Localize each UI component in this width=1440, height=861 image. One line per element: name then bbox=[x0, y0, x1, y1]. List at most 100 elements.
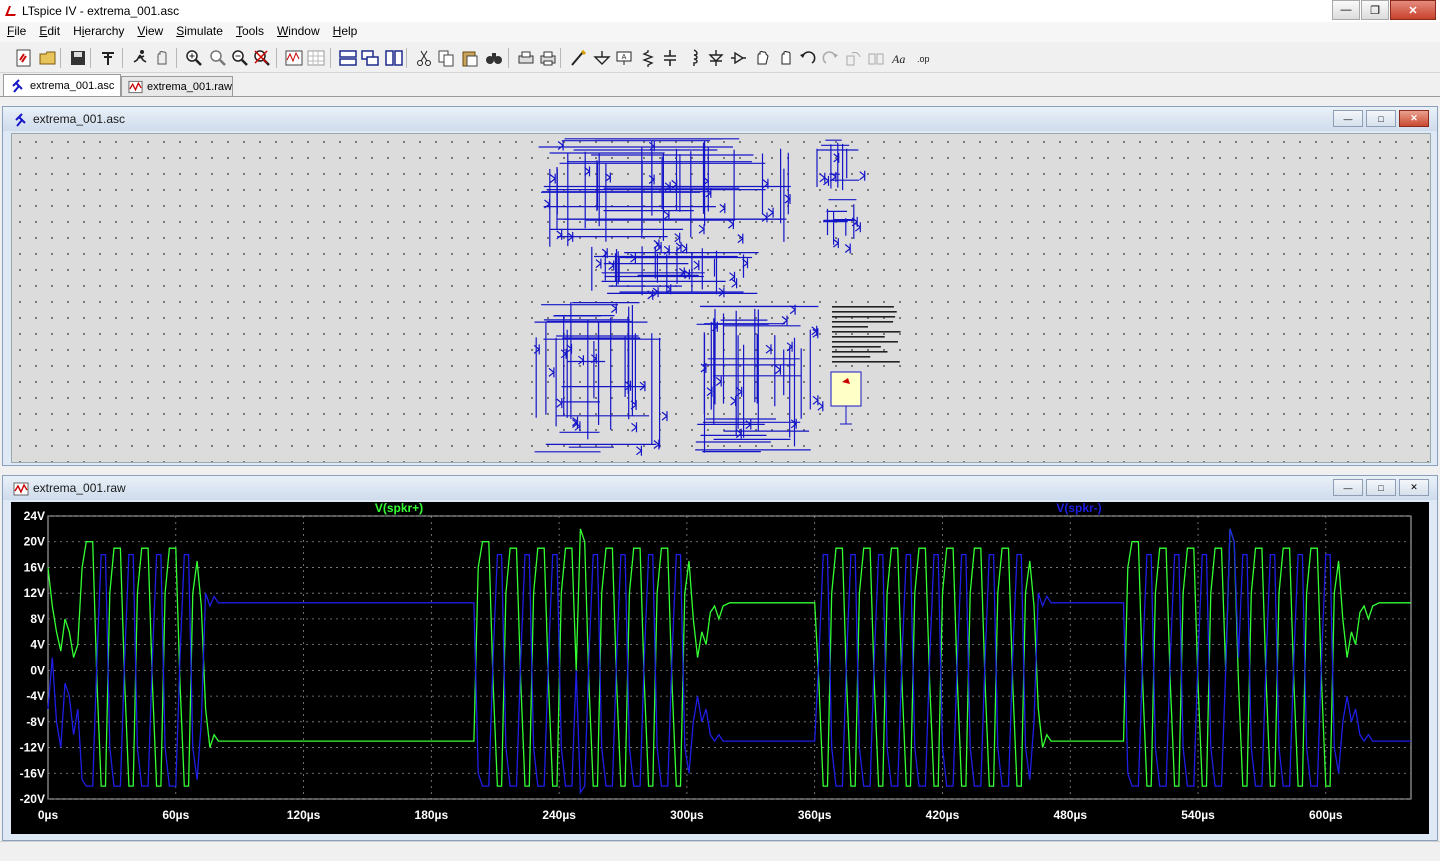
y-tick-label: 0V bbox=[30, 663, 45, 677]
schematic-window-titlebar[interactable]: extrema_001.asc — □ ✕ bbox=[3, 107, 1437, 131]
ltspice-logo-icon bbox=[5, 6, 16, 16]
undo-icon bbox=[800, 51, 816, 64]
schematic-maximize-button[interactable]: □ bbox=[1366, 110, 1396, 127]
print-setup-button[interactable] bbox=[516, 48, 536, 68]
waveform-window[interactable]: extrema_001.raw — □ ✕ 24V 20V 16V 12V 8V 4V 0V… bbox=[2, 475, 1438, 841]
x-tick-label: 360µs bbox=[798, 808, 832, 822]
redo-button[interactable] bbox=[820, 48, 840, 68]
print-button[interactable] bbox=[538, 48, 558, 68]
tab-waveform[interactable]: extrema_001.raw bbox=[121, 76, 233, 97]
waveform-close-button[interactable]: ✕ bbox=[1399, 479, 1429, 496]
toolbar-separator bbox=[276, 48, 277, 68]
control-panel-button[interactable] bbox=[98, 48, 118, 68]
menu-hierarchy[interactable]: Hierarchy bbox=[66, 22, 130, 38]
halt-icon bbox=[157, 51, 167, 65]
restore-button[interactable]: ❐ bbox=[1361, 0, 1389, 20]
copy-icon bbox=[438, 50, 454, 67]
zoom-out-button[interactable] bbox=[230, 48, 250, 68]
menu-file[interactable]: File bbox=[0, 22, 32, 38]
capacitor-icon bbox=[664, 50, 676, 66]
x-tick-label: 0µs bbox=[38, 808, 59, 822]
waveform-minimize-button[interactable]: — bbox=[1333, 479, 1363, 496]
tile-vertical-button[interactable] bbox=[384, 48, 404, 68]
new-schematic-icon bbox=[16, 49, 31, 67]
grid-button[interactable] bbox=[306, 48, 326, 68]
schematic-drawing[interactable] bbox=[12, 134, 1430, 462]
menu-simulate[interactable]: Simulate bbox=[169, 22, 229, 38]
paste-icon bbox=[462, 51, 478, 67]
copy-button[interactable] bbox=[436, 48, 456, 68]
svg-text:Aa: Aa bbox=[891, 52, 905, 66]
tab-schematic[interactable]: extrema_001.asc bbox=[3, 74, 121, 97]
x-tick-label: 120µs bbox=[287, 808, 321, 822]
zoom-fit-button[interactable] bbox=[208, 48, 228, 68]
inductor-button[interactable] bbox=[684, 48, 704, 68]
close-icon: ✕ bbox=[1410, 482, 1418, 492]
halt-button[interactable] bbox=[152, 48, 172, 68]
component-button[interactable] bbox=[728, 48, 748, 68]
waveform-window-titlebar[interactable]: extrema_001.raw — □ ✕ bbox=[3, 476, 1437, 500]
undo-button[interactable] bbox=[798, 48, 818, 68]
open-button[interactable] bbox=[38, 48, 58, 68]
schematic-circuit bbox=[533, 138, 866, 456]
diode-button[interactable] bbox=[706, 48, 726, 68]
close-button[interactable]: ✕ bbox=[1390, 0, 1436, 20]
save-button[interactable] bbox=[68, 48, 88, 68]
menu-view[interactable]: View bbox=[130, 22, 169, 38]
waveform-maximize-button[interactable]: □ bbox=[1366, 479, 1396, 496]
inductor-icon bbox=[693, 49, 698, 66]
waveform-plot-pane[interactable]: 24V 20V 16V 12V 8V 4V 0V -4V -8V -12V -16V -20V 0µs 6… bbox=[11, 501, 1429, 834]
cascade-button[interactable] bbox=[360, 48, 380, 68]
menu-tools[interactable]: Tools bbox=[229, 22, 270, 38]
rotate-button[interactable] bbox=[844, 48, 864, 68]
waveform-plot[interactable]: 24V 20V 16V 12V 8V 4V 0V -4V -8V -12V -16V -20V 0µs 6… bbox=[11, 501, 1429, 834]
menu-help[interactable]: Help bbox=[326, 22, 364, 38]
cascade-icon bbox=[361, 50, 379, 66]
close-icon: ✕ bbox=[1410, 113, 1418, 123]
zoom-in-button[interactable] bbox=[184, 48, 204, 68]
move-button[interactable] bbox=[752, 48, 772, 68]
drag-button[interactable] bbox=[776, 48, 796, 68]
resistor-button[interactable] bbox=[638, 48, 658, 68]
paste-button[interactable] bbox=[460, 48, 480, 68]
mirror-button[interactable] bbox=[866, 48, 886, 68]
y-tick-label: 16V bbox=[24, 560, 45, 574]
save-icon bbox=[71, 51, 85, 65]
schematic-close-button[interactable]: ✕ bbox=[1399, 110, 1429, 127]
menu-edit[interactable]: Edit bbox=[32, 22, 66, 38]
new-schematic-button[interactable] bbox=[14, 48, 34, 68]
capacitor-button[interactable] bbox=[660, 48, 680, 68]
rotate-icon bbox=[846, 52, 861, 66]
drag-icon bbox=[781, 51, 791, 65]
legend-label: V(spkr-) bbox=[1056, 502, 1101, 515]
menu-window[interactable]: Window bbox=[270, 22, 326, 38]
wire-button[interactable] bbox=[568, 48, 588, 68]
diode-icon bbox=[708, 50, 724, 66]
label-button[interactable]: A bbox=[614, 48, 634, 68]
y-tick-label: -20V bbox=[20, 792, 45, 806]
component-icon bbox=[731, 51, 746, 65]
waveform-icon bbox=[128, 80, 143, 94]
run-button[interactable] bbox=[130, 48, 150, 68]
zoom-cancel-button[interactable] bbox=[252, 48, 272, 68]
maximize-icon: □ bbox=[1378, 113, 1384, 124]
autorange-button[interactable] bbox=[284, 48, 304, 68]
minimize-button[interactable]: — bbox=[1332, 0, 1360, 20]
schematic-icon bbox=[15, 113, 26, 127]
mirror-icon bbox=[868, 53, 884, 65]
y-tick-label: 12V bbox=[24, 586, 45, 600]
y-tick-label: -8V bbox=[26, 715, 45, 729]
cut-button[interactable] bbox=[414, 48, 434, 68]
svg-text:A: A bbox=[622, 54, 627, 61]
ground-button[interactable] bbox=[592, 48, 612, 68]
schematic-canvas[interactable] bbox=[11, 133, 1431, 463]
toolbar-separator bbox=[90, 48, 91, 68]
open-icon bbox=[39, 51, 56, 65]
find-button[interactable] bbox=[484, 48, 504, 68]
tile-horizontal-button[interactable] bbox=[338, 48, 358, 68]
schematic-window[interactable]: extrema_001.asc — □ ✕ bbox=[2, 106, 1438, 466]
spice-directive-button[interactable]: .op bbox=[914, 48, 934, 68]
text-button[interactable]: Aa bbox=[890, 48, 910, 68]
schematic-minimize-button[interactable]: — bbox=[1333, 110, 1363, 127]
tab-label: extrema_001.asc bbox=[30, 80, 115, 92]
